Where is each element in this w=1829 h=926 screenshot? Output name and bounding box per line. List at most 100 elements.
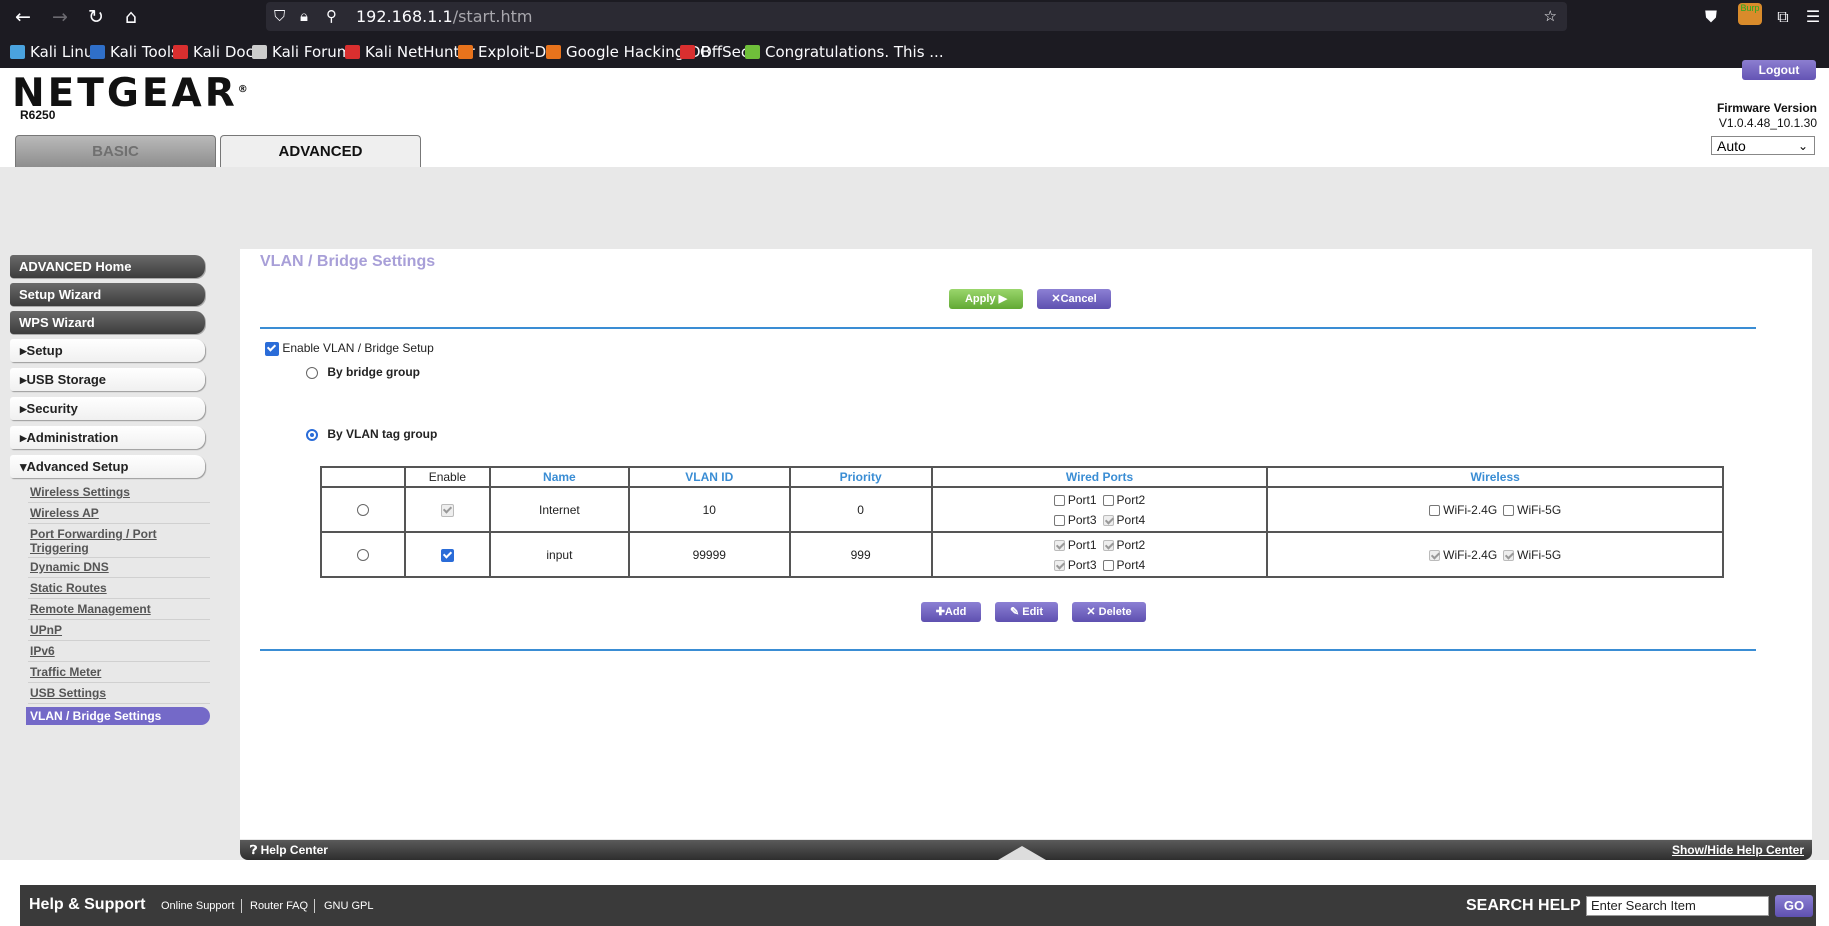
menu-administration-label: Administration — [26, 430, 119, 445]
menu-icon[interactable]: ☰ — [1800, 4, 1826, 30]
enable-vlan-checkbox[interactable] — [265, 341, 279, 356]
add-label: Add — [944, 606, 967, 618]
row-wired-ports-cell: Port1 Port2 Port3 Port4 — [930, 486, 1269, 533]
back-arrow-icon[interactable]: ← — [10, 4, 36, 30]
add-button[interactable]: ✚Add — [921, 602, 981, 622]
link-remote-management[interactable]: Remote Management — [30, 602, 210, 616]
gnu-gpl-link[interactable]: GNU GPL — [324, 900, 374, 912]
port4-checkbox[interactable] — [1102, 559, 1114, 571]
port2-option: Port2 — [1102, 490, 1146, 510]
link-wireless-settings[interactable]: Wireless Settings — [30, 485, 210, 499]
expand-triangle-icon[interactable] — [998, 846, 1046, 860]
home-icon[interactable]: ⌂ — [118, 4, 144, 30]
permissions-icon[interactable]: ⚲ — [326, 5, 337, 27]
bookmark-item[interactable]: Kali NetHunter — [345, 43, 475, 61]
router-faq-link[interactable]: Router FAQ — [250, 900, 308, 912]
language-select[interactable]: Auto ⌄ — [1711, 136, 1815, 155]
link-wireless-ap[interactable]: Wireless AP — [30, 506, 210, 520]
play-icon: ▶ — [998, 293, 1008, 305]
reload-icon[interactable]: ↻ — [83, 4, 109, 30]
forward-arrow-icon[interactable]: → — [47, 4, 73, 30]
menu-advanced-home[interactable]: ADVANCED Home — [10, 255, 205, 278]
row-priority-cell: 999 — [788, 531, 933, 578]
port1-label: Port1 — [1067, 537, 1097, 552]
vlan-tag-group-radio[interactable] — [306, 428, 318, 441]
link-dynamic-dns[interactable]: Dynamic DNS — [30, 560, 210, 574]
delete-button[interactable]: ✕ Delete — [1072, 602, 1146, 622]
bookmark-favicon-icon — [173, 45, 188, 59]
link-usb-settings[interactable]: USB Settings — [30, 686, 210, 700]
logout-button[interactable]: Logout — [1742, 60, 1816, 80]
pocket-icon[interactable]: ⛊ — [1698, 4, 1724, 30]
bookmark-item[interactable]: Kali Linux — [10, 43, 102, 61]
page-title: VLAN / Bridge Settings — [260, 253, 436, 270]
bookmark-item[interactable]: Kali Tools — [90, 43, 179, 61]
wifi-5g-option: WiFi-5G — [1503, 545, 1561, 565]
show-hide-help-link[interactable]: Show/Hide Help Center — [1672, 843, 1804, 857]
row-select-radio[interactable] — [357, 549, 370, 562]
divider — [28, 661, 210, 662]
bookmark-item[interactable]: OffSec — [680, 43, 749, 61]
divider — [28, 577, 210, 578]
bookmark-item[interactable]: Kali Forums — [252, 43, 359, 61]
help-center-toggle[interactable]: ❓︎ Help Center — [250, 843, 328, 858]
bookmark-favicon-icon — [252, 45, 267, 59]
row-wireless-cell: WiFi-2.4G WiFi-5G — [1266, 531, 1724, 578]
port2-label: Port2 — [1116, 492, 1146, 507]
url-bar[interactable]: ⛉ 🔒︎ ⚲ 192.168.1.1/start.htm ☆ — [266, 2, 1567, 31]
link-vlan-bridge-settings[interactable]: VLAN / Bridge Settings — [26, 707, 210, 725]
divider-top — [260, 327, 1756, 329]
bookmark-item[interactable]: Exploit-DB — [458, 43, 557, 61]
search-help-input[interactable]: Enter Search Item — [1586, 896, 1769, 916]
bridge-group-radio[interactable] — [306, 366, 318, 379]
port2-label: Port2 — [1116, 537, 1146, 552]
bookmark-star-icon[interactable]: ☆ — [1544, 5, 1557, 27]
bookmark-item[interactable]: Congratulations. This ... — [745, 43, 944, 61]
table-header-row: Enable Name VLAN ID Priority Wired Ports… — [319, 466, 1724, 488]
row-enable-checkbox[interactable] — [440, 548, 454, 562]
burp-extension-icon[interactable]: Burp — [1738, 3, 1762, 25]
online-support-link[interactable]: Online Support — [161, 900, 234, 912]
lock-icon[interactable]: 🔒︎ — [300, 5, 308, 27]
link-static-routes[interactable]: Static Routes — [30, 581, 210, 595]
link-port-forwarding[interactable]: Port Forwarding / Port Triggering — [30, 527, 210, 555]
menu-setup[interactable]: ▸Setup — [10, 339, 205, 362]
extensions-icon[interactable]: ⧉ — [1770, 4, 1796, 30]
bookmark-item[interactable]: Kali Docs — [173, 43, 262, 61]
menu-advanced-setup[interactable]: ▾Advanced Setup — [10, 455, 205, 478]
firmware-label: Firmware Version — [1716, 101, 1817, 115]
apply-button[interactable]: Apply ▶ — [949, 289, 1023, 309]
menu-administration[interactable]: ▸Administration — [10, 426, 205, 449]
divider — [28, 640, 210, 641]
search-help-label: SEARCH HELP — [1466, 897, 1581, 914]
port1-checkbox[interactable] — [1053, 494, 1065, 506]
tab-advanced[interactable]: ADVANCED — [220, 135, 421, 167]
menu-setup-wizard[interactable]: Setup Wizard — [10, 283, 205, 306]
enable-vlan-row: Enable VLAN / Bridge Setup — [265, 341, 434, 356]
col-select — [319, 466, 407, 488]
menu-usb-storage[interactable]: ▸USB Storage — [10, 368, 205, 391]
port3-option: Port3 — [1053, 555, 1097, 575]
cancel-button[interactable]: ✕Cancel — [1037, 289, 1111, 309]
link-ipv6[interactable]: IPv6 — [30, 644, 210, 658]
url-text[interactable]: 192.168.1.1/start.htm — [356, 7, 532, 26]
edit-button[interactable]: ✎ Edit — [995, 602, 1058, 622]
link-upnp[interactable]: UPnP — [30, 623, 210, 637]
edit-label: Edit — [1022, 606, 1044, 618]
wifi-5g-checkbox[interactable] — [1503, 504, 1515, 516]
bookmark-label: Exploit-DB — [478, 43, 557, 61]
divider — [28, 523, 210, 524]
menu-wps-wizard[interactable]: WPS Wizard — [10, 311, 205, 334]
wifi-24g-checkbox[interactable] — [1429, 504, 1441, 516]
port1-option: Port1 — [1053, 490, 1097, 510]
menu-security[interactable]: ▸Security — [10, 397, 205, 420]
row-select-radio[interactable] — [357, 504, 370, 517]
link-traffic-meter[interactable]: Traffic Meter — [30, 665, 210, 679]
go-button[interactable]: GO — [1775, 895, 1813, 917]
help-support-title: Help & Support — [29, 896, 146, 913]
port2-checkbox[interactable] — [1102, 494, 1114, 506]
port4-label: Port4 — [1116, 512, 1146, 527]
port3-checkbox[interactable] — [1053, 514, 1065, 526]
shield-icon[interactable]: ⛉ — [274, 5, 285, 27]
tab-basic[interactable]: BASIC — [15, 135, 216, 167]
